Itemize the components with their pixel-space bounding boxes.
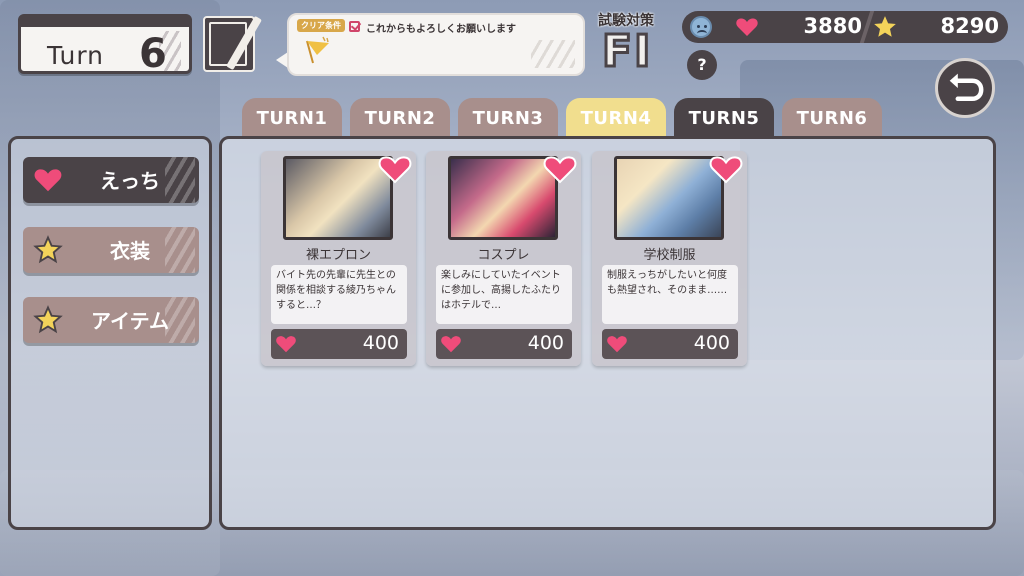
heart-icon (607, 336, 627, 353)
back-arrow-icon (949, 73, 984, 102)
tab-turn6[interactable]: TURN6 (782, 98, 882, 138)
clear-condition-text: これからもよろしくお願いします (366, 24, 516, 35)
turn-number: 6 (139, 31, 167, 77)
item-title: 学校制服 (643, 248, 696, 263)
star-icon (33, 305, 63, 334)
heart-icon (736, 18, 758, 36)
star-icon (874, 16, 896, 37)
item-price: 400 (271, 329, 407, 359)
mood-face-icon (690, 16, 712, 38)
turn-label: Turn (47, 41, 105, 70)
category-ecchi-button[interactable]: えっち (23, 157, 199, 203)
help-button[interactable]: ? (687, 50, 717, 80)
item-card-cosplay[interactable]: コスプレ 楽しみにしていたイベントに参加し、高揚したふたりはホテルで… 400 (426, 151, 581, 366)
item-title: コスプレ (477, 248, 530, 263)
clear-condition-tag: クリア条件 (297, 19, 345, 32)
item-price-value: 400 (527, 332, 564, 354)
item-description: 制服えっちがしたいと何度も熱望され、そのまま…… (602, 265, 738, 324)
flag-icon (306, 36, 329, 64)
heart-badge-icon (709, 156, 743, 184)
heart-badge-icon (543, 156, 577, 184)
item-price-value: 400 (362, 332, 399, 354)
star-points: 8290 (940, 14, 999, 38)
turn-counter: Turn 6 (18, 14, 192, 77)
item-card-naked-apron[interactable]: 裸エプロン バイト先の先輩に先生との関係を相談する綾乃ちゃんすると…？ 400 (261, 151, 416, 366)
category-costume-button[interactable]: 衣装 (23, 227, 199, 273)
tab-turn2[interactable]: TURN2 (350, 98, 450, 138)
item-thumbnail (448, 156, 558, 240)
item-price: 400 (602, 329, 738, 359)
item-card-school-uniform[interactable]: 学校制服 制服えっちがしたいと何度も熱望され、そのまま…… 400 (592, 151, 747, 366)
tab-turn4[interactable]: TURN4 (566, 98, 666, 138)
item-price-value: 400 (693, 332, 730, 354)
star-icon (33, 235, 63, 264)
category-panel: えっち 衣装 アイテム (8, 136, 212, 530)
exam-rank: FI (600, 25, 653, 79)
tab-turn3[interactable]: TURN3 (458, 98, 558, 138)
status-bar: 3880 8290 (682, 11, 1008, 43)
item-price: 400 (436, 329, 572, 359)
item-thumbnail (283, 156, 393, 240)
back-button[interactable] (935, 58, 995, 118)
heart-badge-icon (378, 156, 412, 184)
heart-icon (441, 336, 461, 353)
turn-tabs: TURN1 TURN2 TURN3 TURN4 TURN5 TURN6 (242, 98, 882, 138)
love-points: 3880 (803, 14, 862, 38)
tab-turn5[interactable]: TURN5 (674, 98, 774, 138)
item-title: 裸エプロン (305, 248, 371, 263)
heart-icon (34, 169, 62, 192)
item-description: バイト先の先輩に先生との関係を相談する綾乃ちゃんすると…？ (271, 265, 407, 324)
checkbox-icon (349, 21, 360, 32)
item-thumbnail (614, 156, 724, 240)
item-description: 楽しみにしていたイベントに参加し、高揚したふたりはホテルで… (436, 265, 572, 324)
category-item-button[interactable]: アイテム (23, 297, 199, 343)
item-panel: 裸エプロン バイト先の先輩に先生との関係を相談する綾乃ちゃんすると…？ 400 … (219, 136, 996, 530)
clear-condition-bubble: クリア条件 これからもよろしくお願いします (287, 13, 585, 76)
tab-turn1[interactable]: TURN1 (242, 98, 342, 138)
heart-icon (276, 336, 296, 353)
